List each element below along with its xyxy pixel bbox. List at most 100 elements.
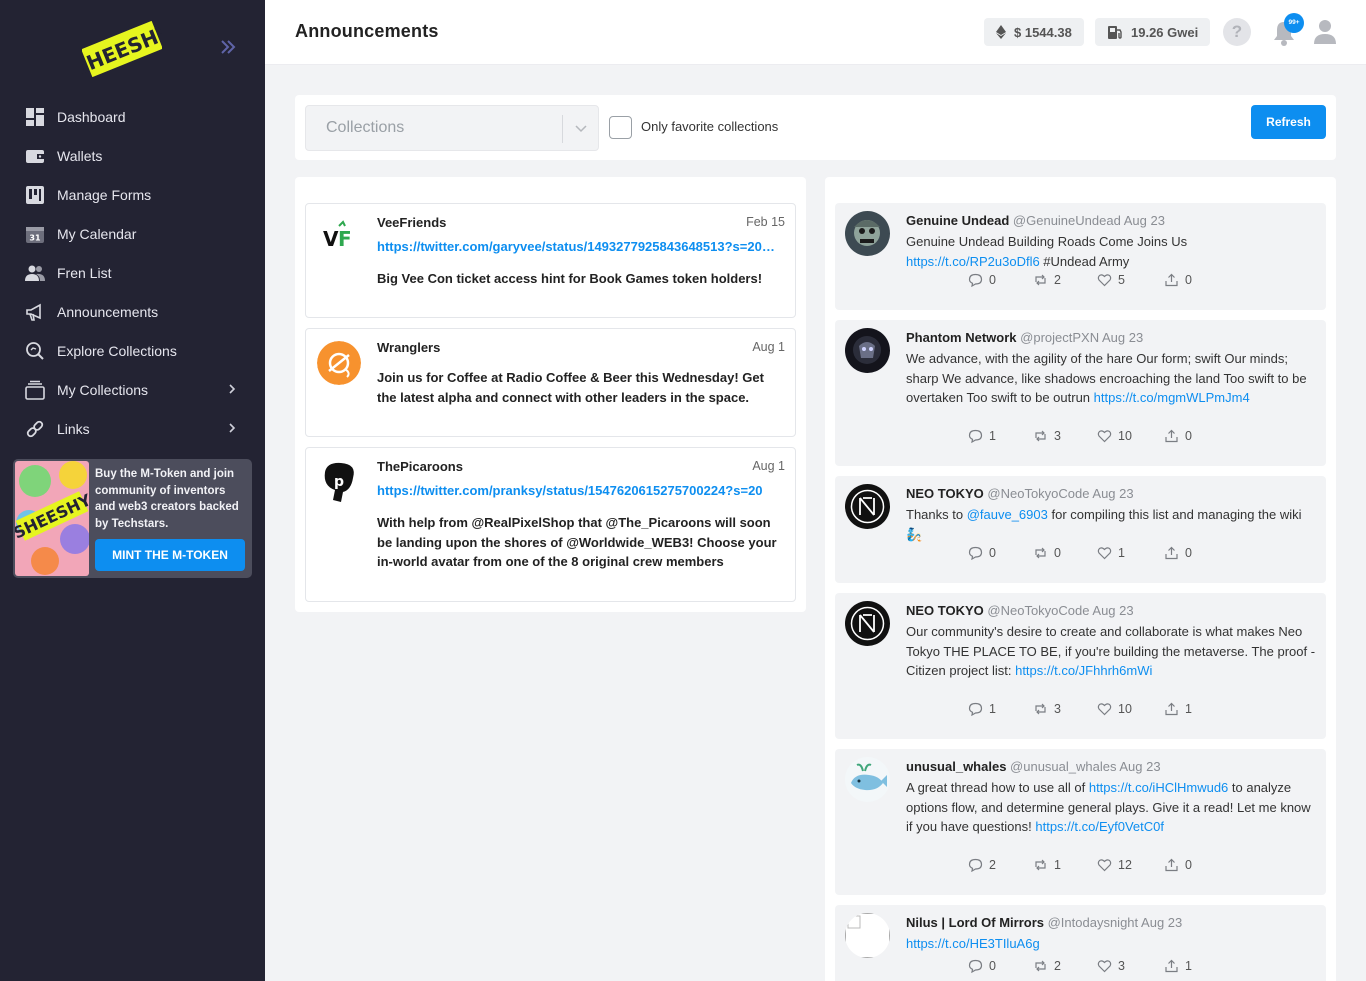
- tweet-link[interactable]: https://t.co/RP2u3oDfl6: [906, 254, 1040, 269]
- sidebar-item-manage-forms[interactable]: Manage Forms: [0, 175, 265, 214]
- shares-action[interactable]: 1: [1164, 702, 1192, 716]
- tweet-link[interactable]: https://t.co/iHClHmwud6: [1089, 780, 1228, 795]
- tweet-link[interactable]: https://t.co/Eyf0VetC0f: [1035, 819, 1164, 834]
- tweet-handle[interactable]: @NeoTokyoCode: [987, 486, 1089, 501]
- sidebar-item-label: Manage Forms: [57, 186, 152, 203]
- announcement-card[interactable]: p ThePicaroons Aug 1 https://twitter.com…: [305, 447, 796, 602]
- tweet-author[interactable]: Nilus | Lord Of Mirrors: [906, 915, 1044, 930]
- like-icon: [1097, 429, 1118, 443]
- tweet-link[interactable]: @fauve_6903: [967, 507, 1048, 522]
- announcement-card[interactable]: VF VeeFriends Feb 15 https://twitter.com…: [305, 203, 796, 318]
- tweet-handle[interactable]: @Intodaysnight: [1048, 915, 1139, 930]
- sidebar-item-dashboard[interactable]: Dashboard: [0, 97, 265, 136]
- likes-count: 3: [1118, 959, 1125, 973]
- sidebar-item-wallets[interactable]: Wallets: [0, 136, 265, 175]
- tweet-link[interactable]: https://t.co/mgmWLPmJm4: [1094, 390, 1250, 405]
- like-icon: [1097, 959, 1118, 973]
- retweets-count: 3: [1054, 702, 1061, 716]
- explore-icon: [25, 341, 45, 361]
- tweet-card[interactable]: NEO TOKYO @NeoTokyoCode Aug 23 Our commun…: [835, 593, 1326, 739]
- tweet-handle[interactable]: @NeoTokyoCode: [987, 603, 1089, 618]
- sidebar-item-links[interactable]: Links: [0, 409, 265, 448]
- sidebar-item-my-calendar[interactable]: 31 My Calendar: [0, 214, 265, 253]
- tweet-link[interactable]: https://t.co/JFhhrh6mWi: [1015, 663, 1152, 678]
- sidebar-item-announcements[interactable]: Announcements: [0, 292, 265, 331]
- svg-text:V: V: [323, 227, 339, 251]
- sidebar-item-explore-collections[interactable]: Explore Collections: [0, 331, 265, 370]
- sidebar-item-fren-list[interactable]: Fren List: [0, 253, 265, 292]
- tweet-card[interactable]: Genuine Undead @GenuineUndead Aug 23 Genu…: [835, 203, 1326, 310]
- tweet-handle[interactable]: @projectPXN: [1020, 330, 1099, 345]
- tweet-handle[interactable]: @unusual_whales: [1010, 759, 1116, 774]
- replies-action[interactable]: 0: [968, 959, 996, 973]
- replies-action[interactable]: 1: [968, 702, 996, 716]
- svg-text:SHEESHY: SHEESHY: [82, 19, 162, 80]
- announcement-card[interactable]: Wranglers Aug 1 Join us for Coffee at Ra…: [305, 328, 796, 437]
- retweets-action[interactable]: 2: [1033, 273, 1061, 287]
- announcement-date: Aug 1: [752, 340, 785, 354]
- chevron-right-icon: [225, 421, 239, 435]
- tweet-card[interactable]: Nilus | Lord Of Mirrors @Intodaysnight A…: [835, 905, 1326, 981]
- shares-action[interactable]: 1: [1164, 959, 1192, 973]
- notification-badge: 99+: [1284, 13, 1304, 33]
- likes-action[interactable]: 1: [1097, 546, 1125, 560]
- likes-action[interactable]: 10: [1097, 702, 1132, 716]
- collections-select[interactable]: Collections: [305, 105, 599, 151]
- tweet-actions: 0 0 1 0: [968, 546, 1218, 562]
- announcement-body: Big Vee Con ticket access hint for Book …: [377, 271, 763, 286]
- shares-action[interactable]: 0: [1164, 429, 1192, 443]
- share-icon: [1164, 429, 1185, 443]
- retweets-action[interactable]: 2: [1033, 959, 1061, 973]
- retweet-icon: [1033, 858, 1054, 872]
- tweet-author[interactable]: Genuine Undead: [906, 213, 1009, 228]
- replies-action[interactable]: 0: [968, 273, 996, 287]
- tweet-author[interactable]: NEO TOKYO: [906, 603, 984, 618]
- retweets-action[interactable]: 3: [1033, 702, 1061, 716]
- collections-icon: [25, 380, 45, 400]
- tweet-text: Thanks to @fauve_6903 for compiling this…: [906, 505, 1316, 544]
- likes-action[interactable]: 12: [1097, 858, 1132, 872]
- svg-text:F: F: [338, 227, 352, 251]
- tweet-header: Nilus | Lord Of Mirrors @Intodaysnight A…: [906, 915, 1182, 930]
- collapse-sidebar-icon[interactable]: [219, 38, 239, 58]
- tweet-link[interactable]: https://t.co/HE3TIluA6g: [906, 936, 1040, 951]
- mint-m-token-button[interactable]: MINT THE M-TOKEN: [95, 539, 245, 571]
- likes-action[interactable]: 3: [1097, 959, 1125, 973]
- gas-price: 19.26 Gwei: [1131, 24, 1199, 40]
- retweets-action[interactable]: 3: [1033, 429, 1061, 443]
- refresh-button[interactable]: Refresh: [1251, 105, 1326, 139]
- tweet-author[interactable]: Phantom Network: [906, 330, 1017, 345]
- tweet-author[interactable]: unusual_whales: [906, 759, 1006, 774]
- shares-action[interactable]: 0: [1164, 273, 1192, 287]
- likes-count: 5: [1118, 273, 1125, 287]
- tweet-card[interactable]: unusual_whales @unusual_whales Aug 23 A g…: [835, 749, 1326, 895]
- tweet-card[interactable]: Phantom Network @projectPXN Aug 23 We adv…: [835, 320, 1326, 466]
- tweet-header: NEO TOKYO @NeoTokyoCode Aug 23: [906, 486, 1134, 501]
- shares-action[interactable]: 0: [1164, 546, 1192, 560]
- tweet-handle[interactable]: @GenuineUndead: [1013, 213, 1121, 228]
- share-icon: [1164, 273, 1185, 287]
- user-avatar-icon[interactable]: [1313, 19, 1337, 45]
- tweet-header: Phantom Network @projectPXN Aug 23: [906, 330, 1143, 345]
- likes-action[interactable]: 10: [1097, 429, 1132, 443]
- replies-action[interactable]: 1: [968, 429, 996, 443]
- tweet-card[interactable]: NEO TOKYO @NeoTokyoCode Aug 23 Thanks to …: [835, 476, 1326, 583]
- retweets-count: 2: [1054, 959, 1061, 973]
- tweet-actions: 1 3 10 0: [968, 429, 1218, 445]
- replies-action[interactable]: 2: [968, 858, 996, 872]
- help-button[interactable]: ?: [1223, 18, 1251, 46]
- retweets-action[interactable]: 0: [1033, 546, 1061, 560]
- tweet-actions: 1 3 10 1: [968, 702, 1218, 718]
- likes-action[interactable]: 5: [1097, 273, 1125, 287]
- announcement-link[interactable]: https://twitter.com/pranksy/status/15476…: [377, 483, 783, 498]
- retweets-action[interactable]: 1: [1033, 858, 1061, 872]
- favorite-collections-checkbox[interactable]: [609, 116, 632, 139]
- shares-action[interactable]: 0: [1164, 858, 1192, 872]
- sheeshy-logo[interactable]: SHEESHY: [70, 18, 176, 80]
- sidebar-item-my-collections[interactable]: My Collections: [0, 370, 265, 409]
- tweet-author[interactable]: NEO TOKYO: [906, 486, 984, 501]
- sidebar-item-label: Dashboard: [57, 108, 126, 125]
- replies-action[interactable]: 0: [968, 546, 996, 560]
- announcement-link[interactable]: https://twitter.com/garyvee/status/14932…: [377, 239, 783, 254]
- tweet-text: A great thread how to use all of https:/…: [906, 778, 1316, 837]
